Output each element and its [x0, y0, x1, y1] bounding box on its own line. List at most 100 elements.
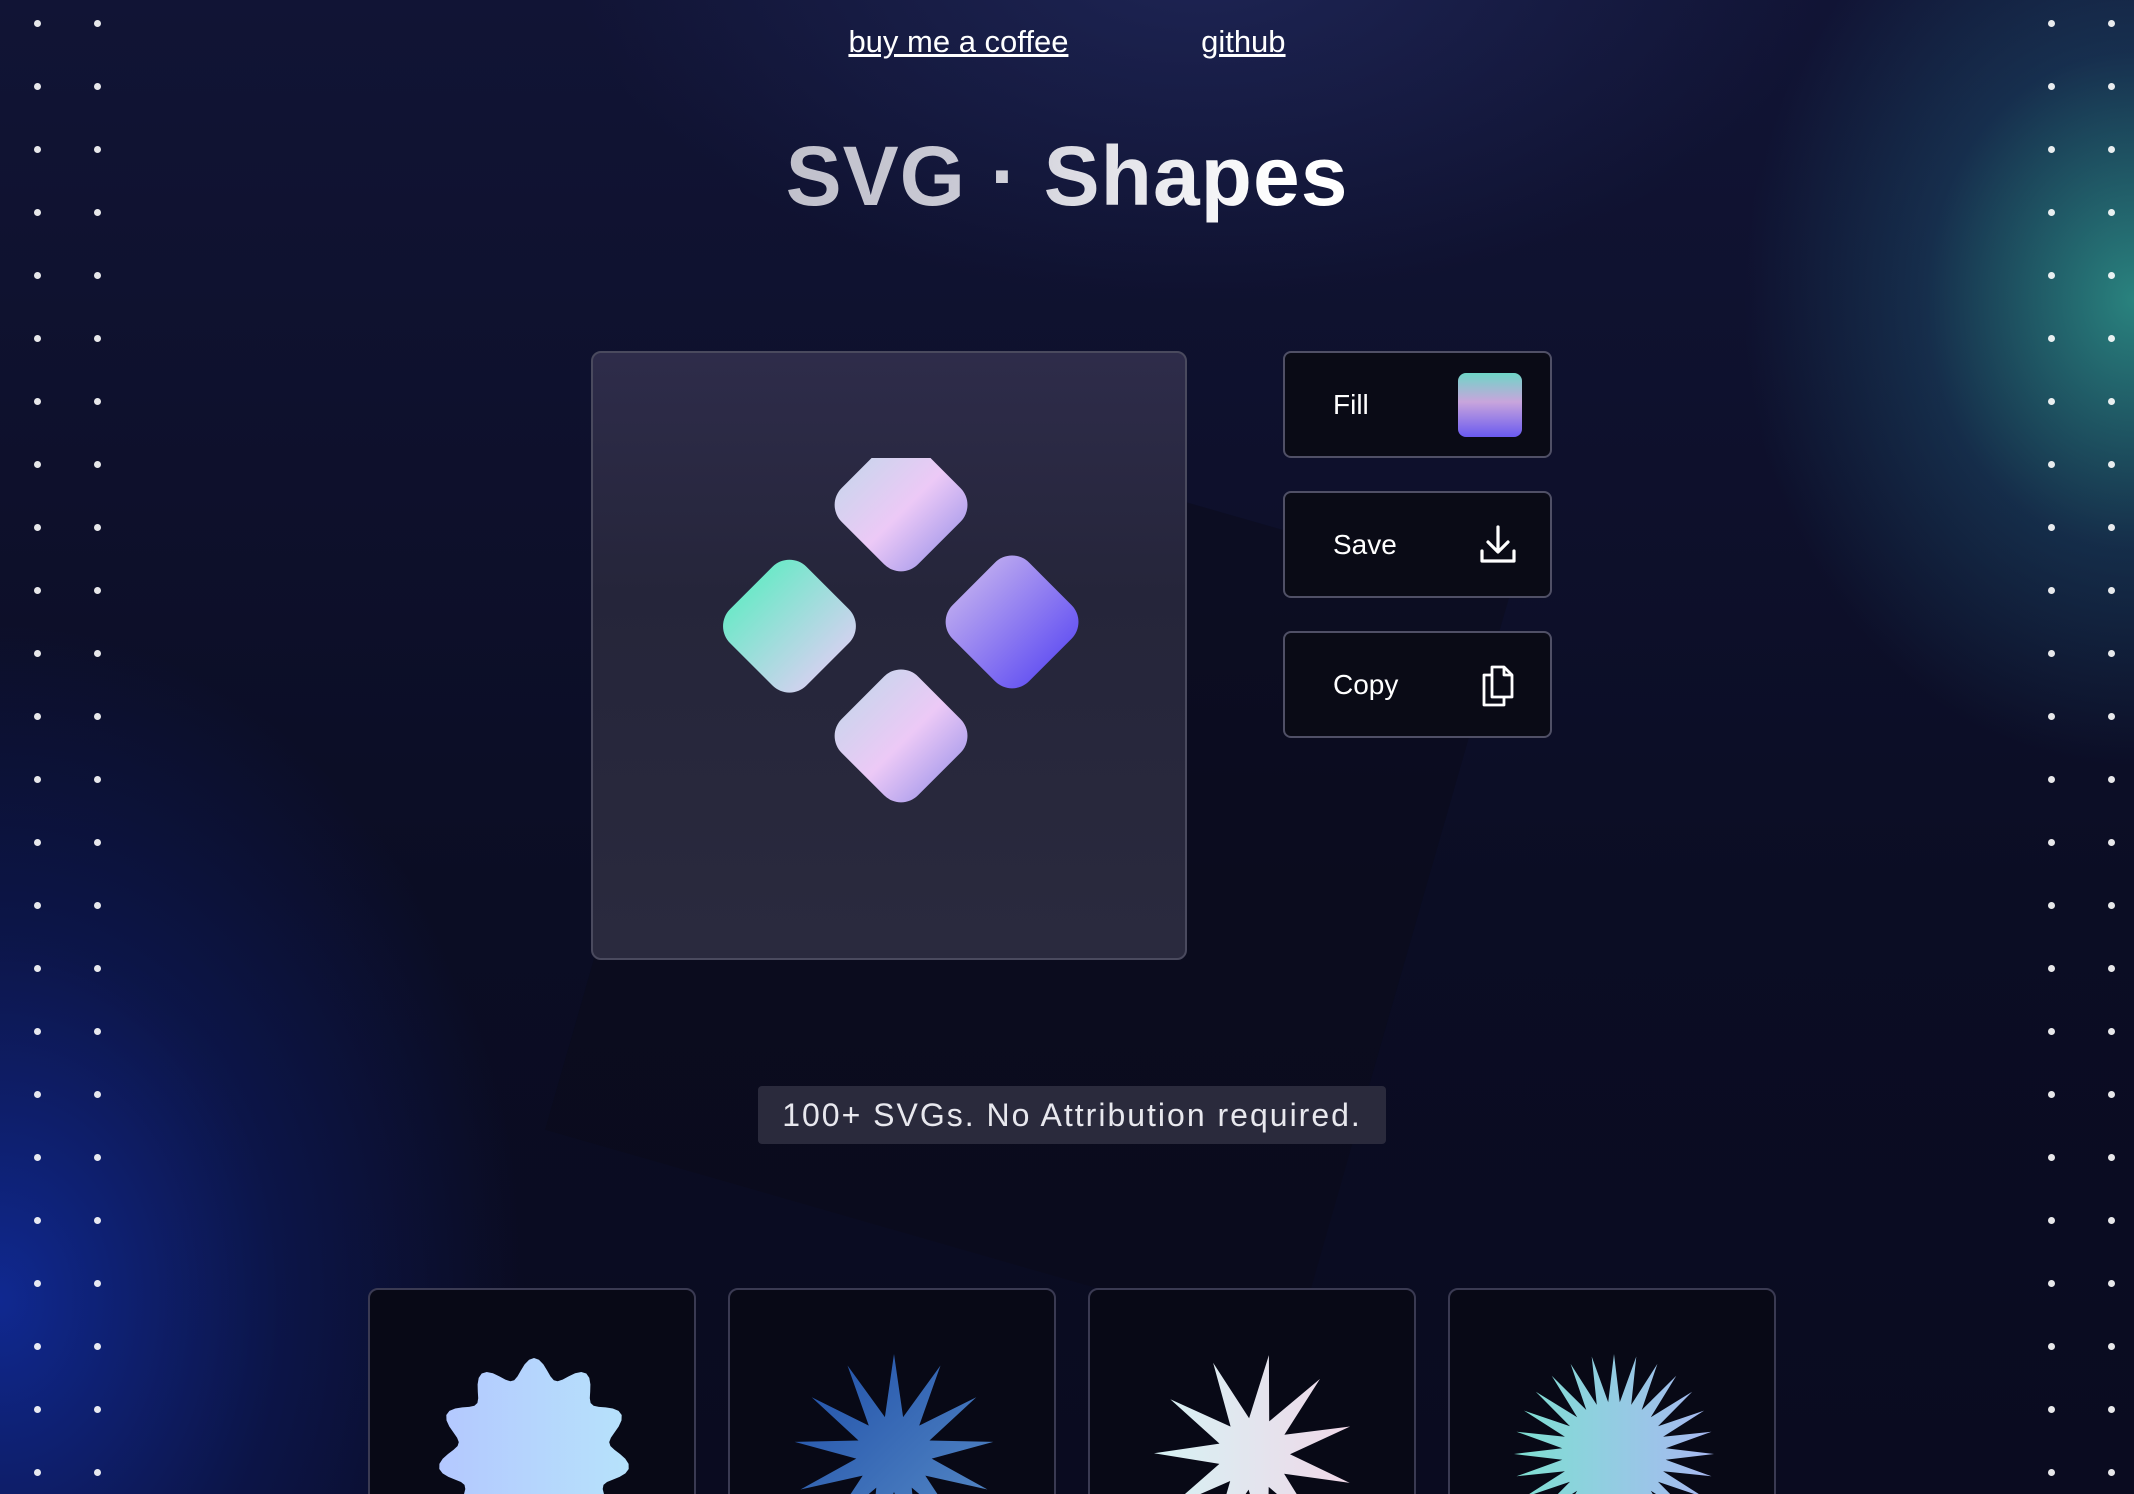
gallery-card-star-white[interactable] [1088, 1288, 1416, 1494]
download-icon [1480, 524, 1516, 563]
decorative-dot [2048, 83, 2055, 90]
decorative-dot [34, 902, 41, 909]
decorative-dot [2108, 1469, 2115, 1476]
top-nav: buy me a coffee github [0, 24, 2134, 60]
gallery-card-blob[interactable] [368, 1288, 696, 1494]
fill-button-label: Fill [1333, 388, 1369, 420]
page-title: SVG · Shapes [0, 128, 2134, 225]
decorative-dot [2048, 1217, 2055, 1224]
shape-preview [591, 351, 1187, 960]
decorative-dot [2108, 272, 2115, 279]
decorative-dot [2048, 650, 2055, 657]
decorative-dot [2108, 1154, 2115, 1161]
decorative-dot [2108, 398, 2115, 405]
fill-gradient-swatch [1458, 372, 1522, 437]
blob-shape-icon [439, 1358, 629, 1494]
decorative-dot [94, 713, 101, 720]
copy-icon [1482, 665, 1514, 706]
decorative-dot [2108, 1091, 2115, 1098]
starburst-teal-icon [1514, 1354, 1714, 1494]
decorative-dot [94, 1217, 101, 1224]
decorative-dot [2108, 1406, 2115, 1413]
decorative-dot [34, 587, 41, 594]
decorative-dot [2108, 587, 2115, 594]
decorative-dot [2048, 398, 2055, 405]
decorative-dot [34, 965, 41, 972]
tagline-badge: 100+ SVGs. No Attribution required. [758, 1086, 1386, 1144]
decorative-dot [2048, 1406, 2055, 1413]
decorative-dot [34, 839, 41, 846]
four-diamond-shape [723, 458, 1079, 803]
gallery-card-star-blue[interactable] [728, 1288, 1056, 1494]
decorative-dot [94, 839, 101, 846]
decorative-dot [2108, 650, 2115, 657]
decorative-dot [94, 1469, 101, 1476]
decorative-dot [2048, 965, 2055, 972]
decorative-dot [2048, 587, 2055, 594]
decorative-dot [2108, 83, 2115, 90]
decorative-dot [94, 272, 101, 279]
decorative-dot [34, 1406, 41, 1413]
decorative-dot [34, 335, 41, 342]
decorative-dot [94, 1343, 101, 1350]
spiky-star-white-icon [1154, 1355, 1351, 1494]
decorative-dot [94, 965, 101, 972]
decorative-dot [34, 1280, 41, 1287]
decorative-dot [2048, 272, 2055, 279]
copy-button-label: Copy [1333, 668, 1399, 700]
decorative-dot [34, 83, 41, 90]
decorative-dot [2048, 1469, 2055, 1476]
decorative-dot [34, 1091, 41, 1098]
decorative-dot [34, 524, 41, 531]
decorative-dot [2108, 524, 2115, 531]
decorative-dot [2048, 1343, 2055, 1350]
decorative-dot [94, 461, 101, 468]
decorative-dot [2048, 1154, 2055, 1161]
decorative-dot [34, 272, 41, 279]
decorative-dot [94, 776, 101, 783]
decorative-dot [34, 776, 41, 783]
decorative-dot [34, 650, 41, 657]
spiky-star-blue-icon [794, 1354, 994, 1494]
decorative-dot [34, 713, 41, 720]
decorative-dot [34, 461, 41, 468]
decorative-dot [34, 1469, 41, 1476]
decorative-dot [94, 902, 101, 909]
decorative-dot [34, 1028, 41, 1035]
decorative-dot [2048, 335, 2055, 342]
decorative-dot [2048, 713, 2055, 720]
github-link[interactable]: github [1201, 24, 1285, 59]
fill-button[interactable]: Fill [1283, 351, 1552, 458]
decorative-dot [2108, 1280, 2115, 1287]
decorative-dot [2048, 1028, 2055, 1035]
decorative-dot [2108, 776, 2115, 783]
decorative-dot [2048, 524, 2055, 531]
decorative-dot [2108, 461, 2115, 468]
decorative-dot [94, 587, 101, 594]
page: buy me a coffee github SVG · Shapes Fill… [0, 0, 2134, 1494]
decorative-dot [2048, 1091, 2055, 1098]
decorative-dot [94, 1028, 101, 1035]
decorative-dot [2108, 1028, 2115, 1035]
decorative-dot [94, 335, 101, 342]
decorative-dot [2108, 713, 2115, 720]
decorative-dot [2048, 902, 2055, 909]
gallery-card-starburst[interactable] [1448, 1288, 1776, 1494]
decorative-dot [34, 1217, 41, 1224]
buy-me-a-coffee-link[interactable]: buy me a coffee [848, 24, 1068, 59]
decorative-dot [94, 1091, 101, 1098]
decorative-dot [2108, 1343, 2115, 1350]
decorative-dot [94, 1406, 101, 1413]
decorative-dot [94, 83, 101, 90]
decorative-dot [2108, 965, 2115, 972]
decorative-dot [34, 398, 41, 405]
decorative-dot [2108, 335, 2115, 342]
copy-button[interactable]: Copy [1283, 631, 1552, 738]
decorative-dot [2108, 902, 2115, 909]
save-button[interactable]: Save [1283, 491, 1552, 598]
decorative-dot [34, 1154, 41, 1161]
decorative-dot [2108, 1217, 2115, 1224]
decorative-dot [2048, 776, 2055, 783]
save-button-label: Save [1333, 528, 1397, 560]
decorative-dot [94, 1154, 101, 1161]
